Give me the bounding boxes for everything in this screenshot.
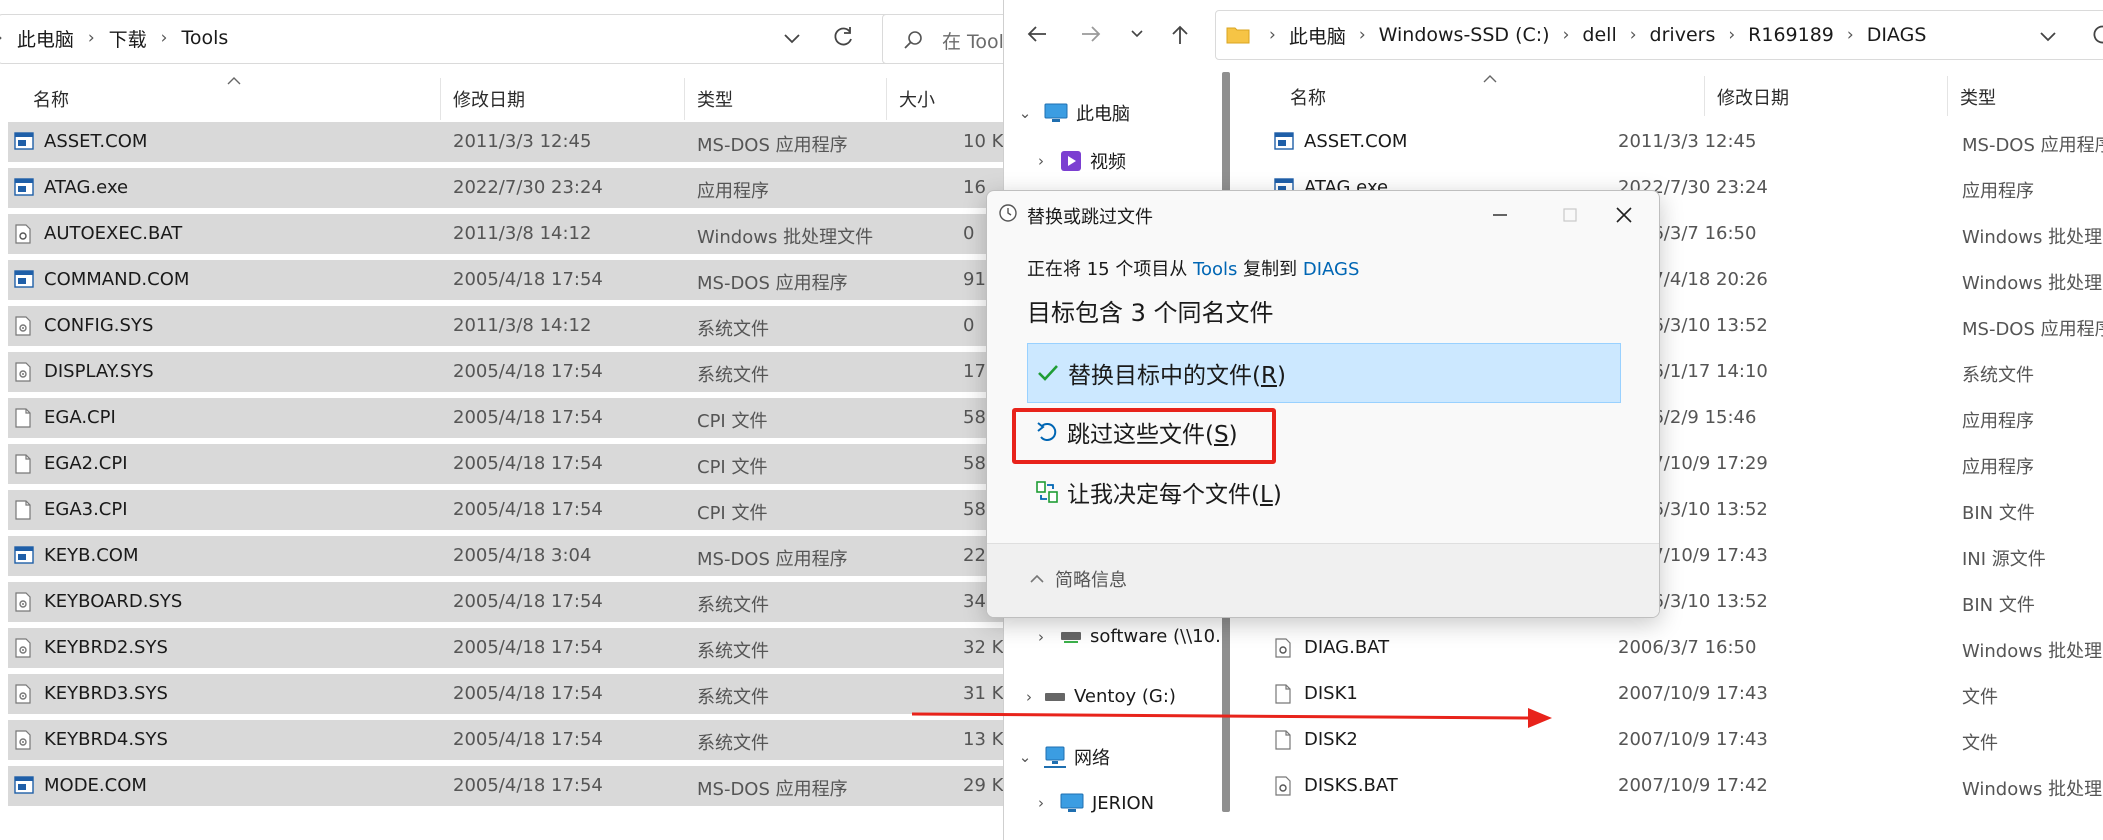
replace-or-skip-dialog: 替换或跳过文件 正在将 15 个项目从 Tools 复制到 DIAGS 目标包含… <box>986 190 1660 618</box>
copy-info-text: 正在将 15 个项目从 Tools 复制到 DIAGS <box>1027 255 1359 281</box>
option-text: 替换目标中的文件( <box>1068 363 1261 389</box>
option-paren: ) <box>1272 482 1282 508</box>
option-label: 让我决定每个文件(L) <box>1067 475 1282 509</box>
info-mid: 复制到 <box>1237 259 1303 280</box>
dialog-title: 替换或跳过文件 <box>1027 207 1153 228</box>
option-text: 让我决定每个文件( <box>1067 482 1260 508</box>
destination-folder-link[interactable]: DIAGS <box>1303 259 1360 280</box>
close-button[interactable] <box>1599 195 1649 235</box>
conflict-heading: 目标包含 3 个同名文件 <box>1027 299 1274 327</box>
close-icon <box>1616 207 1632 223</box>
annotation-arrow-to-disk1 <box>911 712 1531 720</box>
compare-files-icon <box>1027 479 1067 505</box>
access-key: L <box>1259 482 1273 508</box>
minimize-icon <box>1493 214 1507 216</box>
maximize-icon <box>1563 208 1577 222</box>
maximize-button[interactable] <box>1547 195 1593 235</box>
replace-files-option[interactable]: 替换目标中的文件(R) <box>1027 343 1621 403</box>
source-folder-link[interactable]: Tools <box>1193 259 1237 280</box>
checkmark-icon <box>1028 362 1068 384</box>
decide-each-file-option[interactable]: 让我决定每个文件(L) <box>1027 463 1619 521</box>
option-paren: ) <box>1276 363 1286 389</box>
info-prefix: 正在将 15 个项目从 <box>1027 259 1194 280</box>
chevron-up-icon <box>1029 573 1045 585</box>
details-label: 简略信息 <box>1055 570 1127 591</box>
option-label: 替换目标中的文件(R) <box>1068 356 1286 390</box>
clock-icon <box>998 203 1018 223</box>
access-key: R <box>1260 363 1277 389</box>
annotation-highlight-box <box>1012 408 1276 464</box>
minimize-button[interactable] <box>1477 195 1523 235</box>
annotation-arrowhead <box>1528 708 1552 728</box>
fewer-details-toggle[interactable]: 简略信息 <box>1029 566 1127 592</box>
